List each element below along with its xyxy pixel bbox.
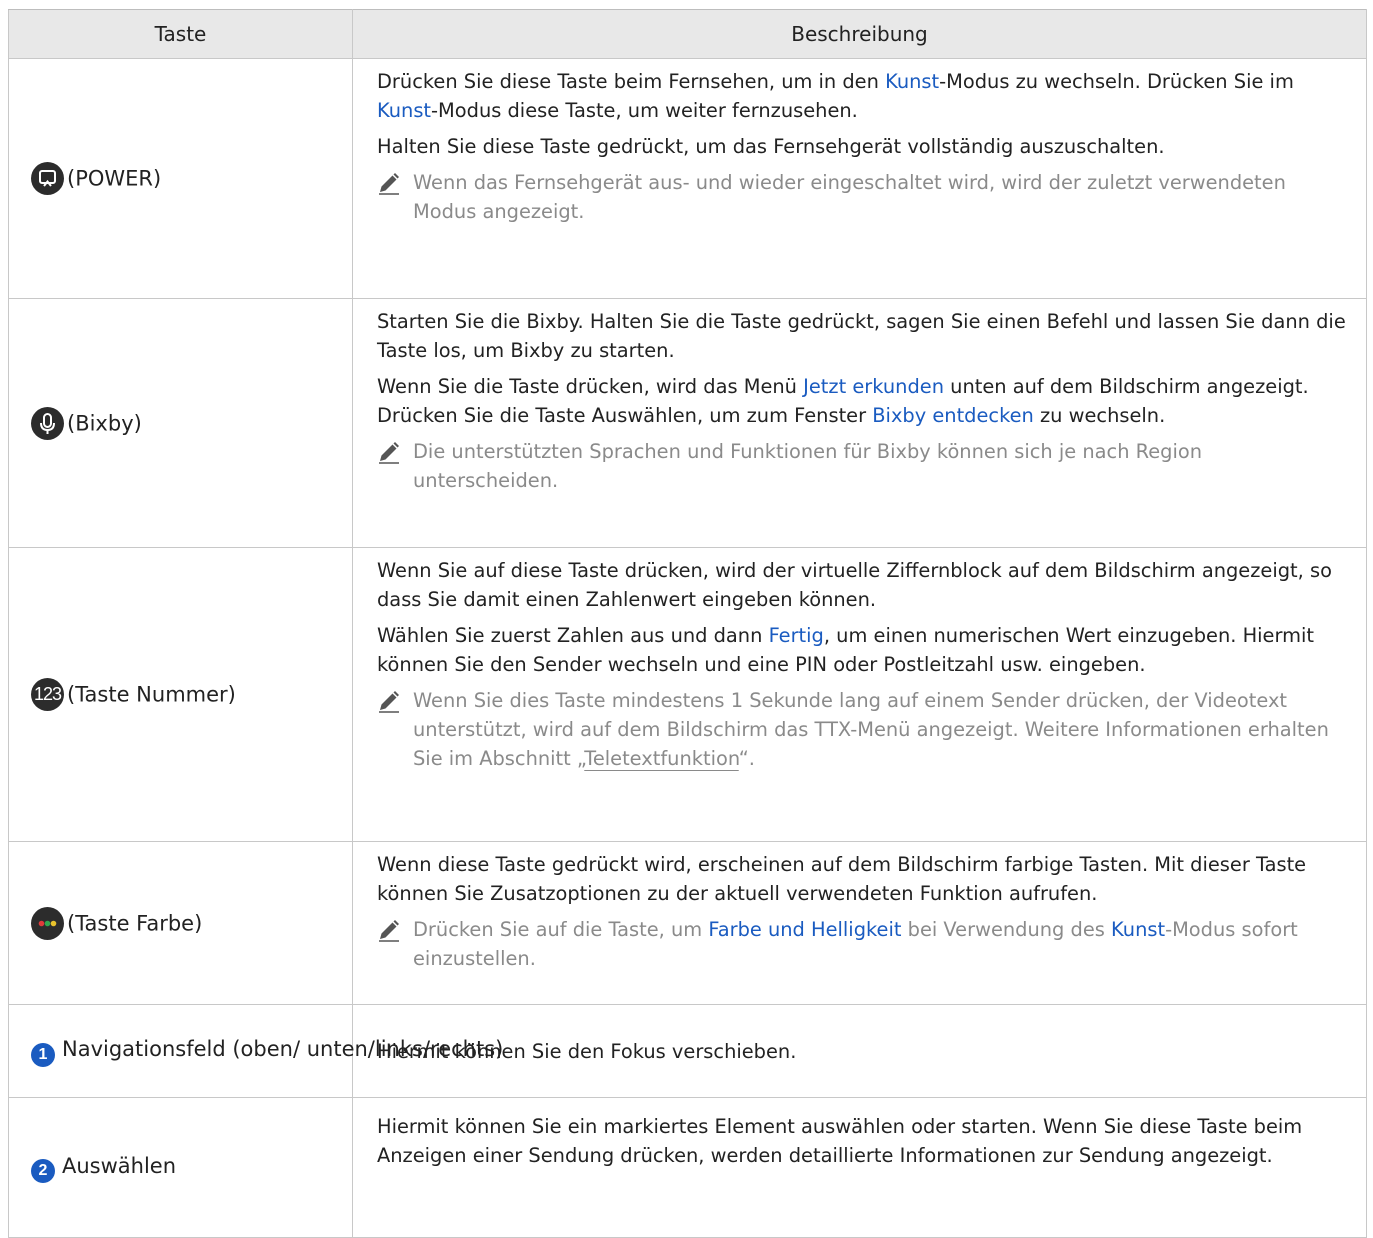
- description-paragraph: Halten Sie diese Taste gedrückt, um das …: [377, 135, 1165, 158]
- link-kunst[interactable]: Kunst: [885, 70, 939, 93]
- key-label: Auswählen: [62, 1153, 177, 1178]
- text-run: zu wechseln.: [1033, 404, 1166, 427]
- note-text: Die unterstützten Sprachen und Funktione…: [413, 440, 1203, 492]
- description-paragraph: Wenn diese Taste gedrückt wird, erschein…: [377, 853, 1307, 905]
- pencil-note-icon: [379, 173, 399, 195]
- column-header-key: Taste: [8, 9, 353, 59]
- note-text: Wenn das Fernsehgerät aus- und wieder ei…: [413, 171, 1286, 223]
- key-cell-color: (Taste Farbe): [8, 841, 353, 1005]
- remote-keys-table: Taste Beschreibung (POWER) Drücken Sie d…: [8, 9, 1367, 1238]
- link-fertig[interactable]: Fertig: [769, 624, 824, 647]
- note: Wenn das Fernsehgerät aus- und wieder ei…: [377, 168, 1350, 226]
- color-dots-icon: [31, 906, 64, 940]
- description-cell-power: Drücken Sie diese Taste beim Fernsehen, …: [352, 58, 1367, 299]
- note-text: Drücken Sie auf die Taste, um: [413, 918, 709, 941]
- note: Die unterstützten Sprachen und Funktione…: [377, 437, 1350, 495]
- description-cell-navigation: Hiermit können Sie den Fokus verschieben…: [352, 1004, 1367, 1098]
- column-header-description: Beschreibung: [352, 9, 1367, 59]
- key-label: (Taste Farbe): [67, 911, 203, 935]
- table-row: 2 Auswählen Hiermit können Sie ein markie…: [8, 1097, 1367, 1238]
- description-paragraph: Wählen Sie zuerst Zahlen aus und dann Fe…: [377, 621, 1350, 679]
- key-cell-power: (POWER): [8, 58, 353, 299]
- text-run: Drücken Sie diese Taste beim Fernsehen, …: [377, 70, 886, 93]
- pencil-note-icon: [379, 691, 399, 713]
- text-run: -Modus diese Taste, um weiter fernzusehe…: [431, 99, 858, 122]
- number-badge-1: 1: [31, 1043, 55, 1067]
- key-label: (Bixby): [67, 411, 142, 435]
- description-paragraph: Hiermit können Sie den Fokus verschieben…: [377, 1039, 797, 1063]
- description-cell-color: Wenn diese Taste gedrückt wird, erschein…: [352, 841, 1367, 1005]
- key-label: (Taste Nummer): [67, 682, 236, 707]
- note-text: bei Verwendung des: [901, 918, 1112, 941]
- description-paragraph: Starten Sie die Bixby. Halten Sie die Ta…: [377, 310, 1346, 362]
- note-text: “.: [738, 747, 755, 770]
- link-farbe-und-helligkeit[interactable]: Farbe und Helligkeit: [708, 918, 901, 941]
- key-cell-select: 2 Auswählen: [8, 1097, 353, 1238]
- remote-keys-table-container: Taste Beschreibung (POWER) Drücken Sie d…: [8, 9, 1367, 1238]
- note: Wenn Sie dies Taste mindestens 1 Sekunde…: [377, 686, 1350, 773]
- table-row: 123 (Taste Nummer) Wenn Sie auf diese Tas…: [8, 547, 1367, 842]
- description-cell-bixby: Starten Sie die Bixby. Halten Sie die Ta…: [352, 298, 1367, 548]
- key-label: (POWER): [67, 166, 162, 191]
- description-paragraph: Wenn Sie die Taste drücken, wird das Men…: [377, 372, 1350, 430]
- number-badge-2: 2: [31, 1158, 55, 1183]
- table-row: (Bixby) Starten Sie die Bixby. Halten Si…: [8, 298, 1367, 548]
- text-run: Wählen Sie zuerst Zahlen aus und dann: [377, 624, 769, 647]
- description-paragraph: Wenn Sie auf diese Taste drücken, wird d…: [377, 559, 1332, 611]
- link-kunst[interactable]: Kunst: [377, 99, 431, 122]
- key-cell-navigation: 1 Navigationsfeld (oben/ unten/links/rech…: [8, 1004, 503, 1098]
- microphone-icon: [31, 406, 64, 440]
- description-paragraph: Hiermit können Sie ein markiertes Elemen…: [377, 1115, 1303, 1167]
- description-cell-number: Wenn Sie auf diese Taste drücken, wird d…: [352, 547, 1367, 842]
- number-123-icon: 123: [31, 678, 64, 711]
- pencil-note-icon: [379, 920, 399, 942]
- note: Drücken Sie auf die Taste, um Farbe und …: [377, 915, 1350, 973]
- table-row: (POWER) Drücken Sie diese Taste beim Fer…: [8, 58, 1367, 299]
- link-kunst[interactable]: Kunst: [1111, 918, 1165, 941]
- link-bixby-entdecken[interactable]: Bixby entdecken: [872, 404, 1034, 427]
- key-cell-bixby: (Bixby): [8, 298, 353, 548]
- key-cell-number: 123 (Taste Nummer): [8, 547, 353, 842]
- pencil-note-icon: [379, 442, 399, 464]
- table-row: 1 Navigationsfeld (oben/ unten/links/rech…: [8, 1004, 1367, 1098]
- table-header-row: Taste Beschreibung: [8, 9, 1367, 59]
- description-paragraph: Drücken Sie diese Taste beim Fernsehen, …: [377, 67, 1350, 125]
- link-teletextfunktion[interactable]: Teletextfunktion: [584, 747, 738, 770]
- text-run: -Modus zu wechseln. Drücken Sie im: [939, 70, 1294, 93]
- table-row: (Taste Farbe) Wenn diese Taste gedrückt …: [8, 841, 1367, 1005]
- text-run: Wenn Sie die Taste drücken, wird das Men…: [377, 375, 804, 398]
- link-jetzt-erkunden[interactable]: Jetzt erkunden: [803, 375, 944, 398]
- description-cell-select: Hiermit können Sie ein markiertes Elemen…: [352, 1097, 1367, 1238]
- art-mode-power-icon: [31, 162, 64, 195]
- note-text: Wenn Sie dies Taste mindestens 1 Sekunde…: [413, 689, 1329, 770]
